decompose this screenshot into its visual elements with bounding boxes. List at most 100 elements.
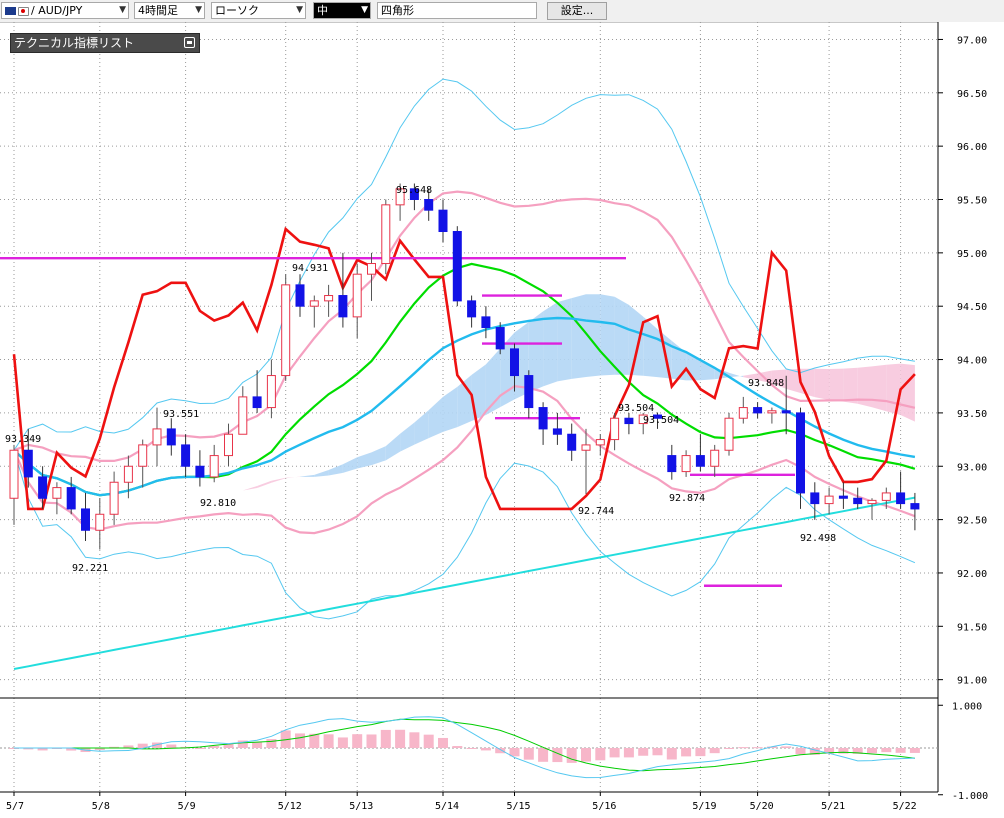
candle-body <box>52 487 62 499</box>
candle-body <box>853 497 863 505</box>
candle-body <box>352 273 362 318</box>
candle-body <box>767 410 777 414</box>
cloud-segment <box>800 368 815 398</box>
cloud-segment <box>257 480 272 488</box>
date-tick-label: 5/8 <box>92 801 110 812</box>
oscillator-bar <box>495 748 506 754</box>
indicator-list-panel[interactable]: テクニカル指標リスト <box>10 33 200 53</box>
cloud-segment <box>829 368 844 402</box>
price-chart[interactable]: 93.349 92.221 93.551 92.810 94.931 95.648 93.5… <box>0 22 1004 818</box>
cloud-segment <box>271 477 286 483</box>
candle-body <box>467 300 477 318</box>
candle-body <box>209 455 219 478</box>
cloud-segment <box>614 296 629 375</box>
candle-body <box>338 295 348 318</box>
date-tick-label: 5/21 <box>821 801 845 812</box>
settings-button[interactable]: 設定... <box>547 2 607 20</box>
currency-pair-select[interactable]: / AUD/JPY ▼ <box>1 2 129 19</box>
candle-body <box>824 495 834 505</box>
candle-body <box>252 396 262 409</box>
oscillator-bar <box>724 748 734 749</box>
candle-body <box>667 455 677 473</box>
candle-body <box>681 455 691 473</box>
oscillator-bar <box>895 748 906 753</box>
candle-body <box>38 476 48 499</box>
price-label: 93.848 <box>748 378 784 389</box>
candle-body <box>881 492 891 501</box>
indicator-list-title: テクニカル指標リスト <box>14 36 135 50</box>
cloud-segment <box>199 492 215 496</box>
australia-flag-icon <box>5 7 16 15</box>
cloud-segment <box>228 490 243 494</box>
candle-body <box>567 433 577 451</box>
price-label: 95.648 <box>396 185 432 196</box>
marker-shape-select[interactable]: 四角形 <box>377 2 537 19</box>
cloud-segment <box>628 304 644 376</box>
candle-body <box>281 284 291 377</box>
cloud-segment <box>729 372 744 378</box>
cloud-segment <box>328 464 343 476</box>
oscillator-bar <box>581 748 591 762</box>
candle-body <box>81 508 90 531</box>
cloud-segment <box>185 484 200 493</box>
oscillator-bar <box>781 746 792 748</box>
cloud-segment <box>171 478 186 485</box>
chevron-down-icon: ▼ <box>195 5 202 15</box>
candle-body <box>138 444 148 467</box>
price-tick-label: 96.50 <box>957 89 987 100</box>
oscillator-bar <box>395 729 406 748</box>
candle-body <box>181 444 191 467</box>
date-axis: 5/7 5/8 5/9 5/12 5/13 5/14 5/15 5/16 5/19 5/20 5/2… <box>0 791 938 812</box>
currency-pair-value: / AUD/JPY <box>31 4 83 17</box>
date-tick-label: 5/16 <box>592 801 616 812</box>
candle-body <box>9 449 19 499</box>
cloud-segment <box>843 367 858 404</box>
candle-body <box>896 492 906 505</box>
price-label: 92.810 <box>200 498 236 509</box>
candle-body <box>95 513 105 531</box>
candle-body <box>510 348 519 377</box>
candle-body <box>781 410 791 414</box>
chevron-down-icon: ▼ <box>296 5 303 15</box>
price-label: 94.931 <box>292 263 328 274</box>
candle-body <box>753 407 763 414</box>
oscillator-bar <box>638 748 649 756</box>
price-label: 92.498 <box>800 533 836 544</box>
candle-body <box>481 316 491 329</box>
date-tick-label: 5/22 <box>893 801 917 812</box>
oscillator-bar <box>867 748 877 754</box>
oscillator-bar <box>595 748 606 761</box>
price-tick-label: 92.50 <box>957 516 987 527</box>
candle-body <box>867 499 877 505</box>
oscillator-bar <box>366 734 377 748</box>
rsi-line <box>12 226 916 511</box>
oscillator-bar <box>295 733 305 748</box>
timeframe-select[interactable]: 4時間足 ▼ <box>134 2 205 19</box>
chart-type-select[interactable]: ローソク ▼ <box>211 2 306 19</box>
signal-line <box>14 716 915 779</box>
oscillator-bar <box>666 748 677 760</box>
cloud-segment <box>371 446 386 466</box>
oscillator-bar <box>881 748 892 753</box>
oscillator-bar <box>652 748 663 756</box>
candle-body <box>810 492 820 505</box>
candle-body <box>595 439 605 446</box>
price-tick-label: 95.50 <box>957 196 987 207</box>
oscillator-bar <box>623 748 634 758</box>
candle-body <box>910 503 920 510</box>
line-width-select[interactable]: 中 ▼ <box>313 2 371 19</box>
candle-body <box>266 375 276 409</box>
candle-body <box>724 417 734 451</box>
candle-body <box>23 449 33 478</box>
oscillator-bar <box>266 739 277 748</box>
oscillator-bar <box>380 729 391 748</box>
cloud-segment <box>571 294 586 379</box>
cloud-segment <box>643 316 658 378</box>
candle-body <box>738 407 748 419</box>
minimize-icon[interactable] <box>184 37 195 48</box>
oscillator-bar <box>194 748 205 749</box>
price-tick-label: 93.00 <box>957 462 987 473</box>
oscillator-bar <box>795 748 806 755</box>
candle-body <box>166 428 176 446</box>
candle-body <box>152 428 162 446</box>
